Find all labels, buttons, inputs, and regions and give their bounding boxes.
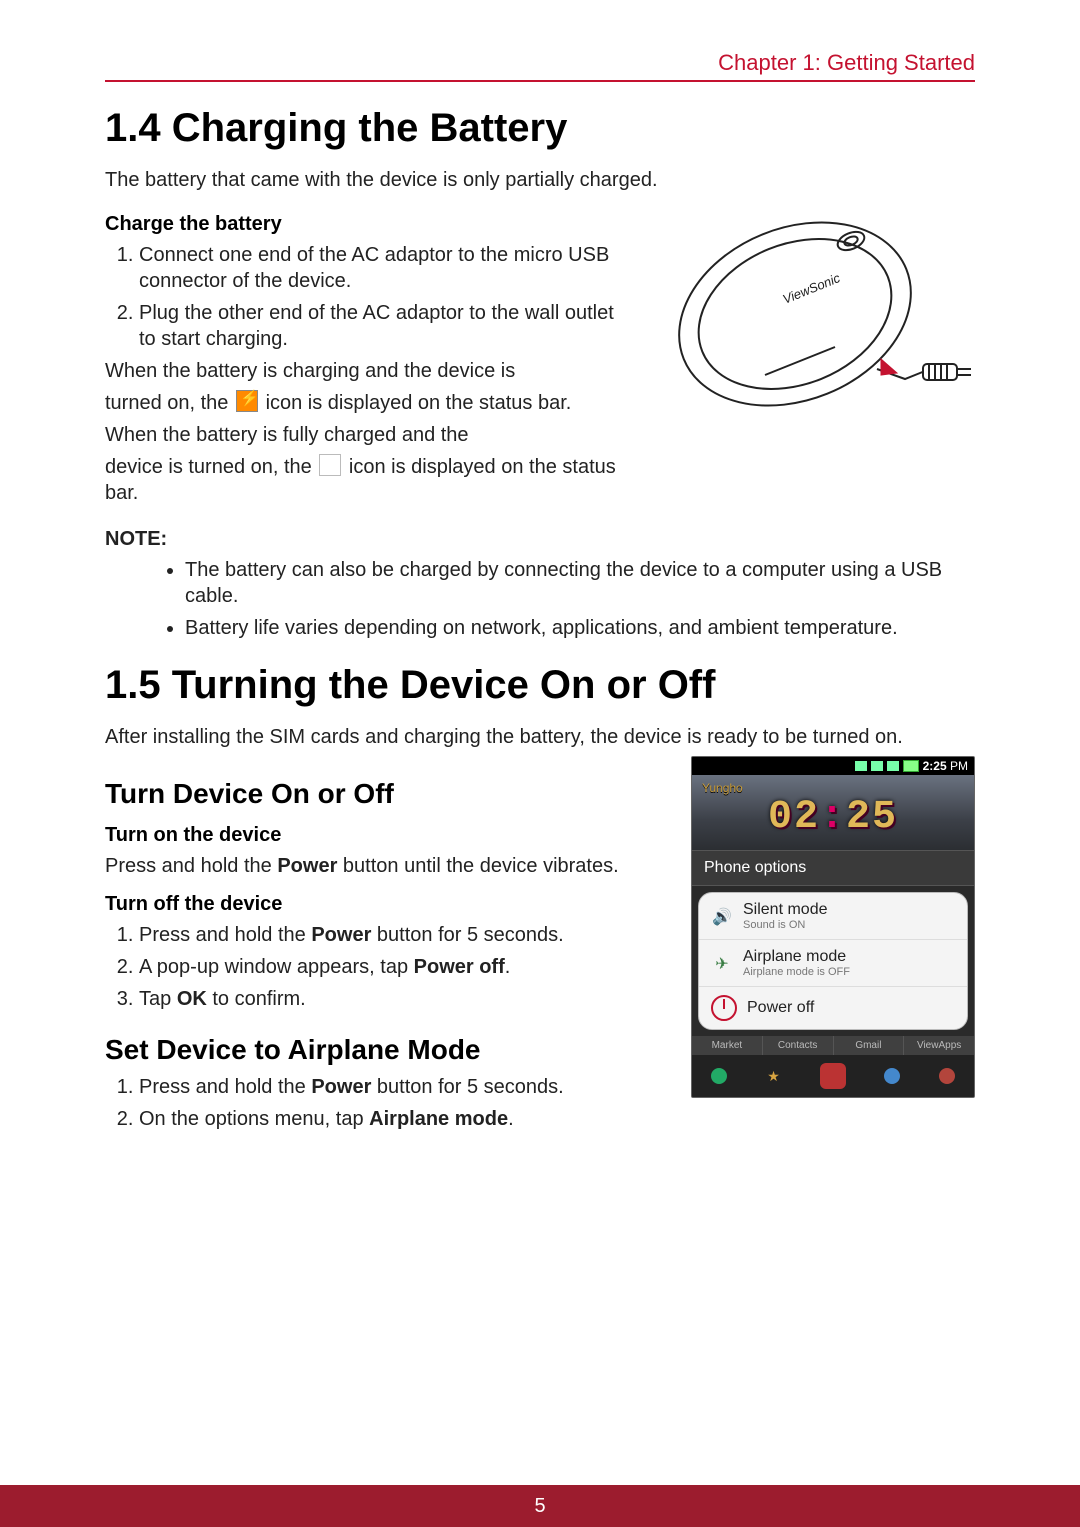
tab-contacts[interactable]: Contacts xyxy=(763,1036,834,1055)
browser-icon[interactable] xyxy=(711,1068,727,1084)
airplane-mode-option[interactable]: Airplane mode Airplane mode is OFF xyxy=(699,940,967,987)
section-1-5-intro: After installing the SIM cards and charg… xyxy=(105,724,975,750)
airplane-icon xyxy=(711,952,733,974)
clock-text: 2:25 PM xyxy=(923,759,968,773)
full-paragraph-1: When the battery is fully charged and th… xyxy=(105,422,627,448)
tab-gmail[interactable]: Gmail xyxy=(834,1036,905,1055)
charging-paragraph-1: When the battery is charging and the dev… xyxy=(105,358,627,384)
silent-mode-option[interactable]: Silent mode Sound is ON xyxy=(699,893,967,940)
note-bullet-2: Battery life varies depending on network… xyxy=(185,615,975,641)
sound-icon xyxy=(711,905,733,927)
airplane-step-1: Press and hold the Power button for 5 se… xyxy=(139,1074,673,1100)
turn-on-text: Press and hold the Power button until th… xyxy=(105,853,673,879)
dialer-icon[interactable] xyxy=(820,1063,846,1089)
mail-icon[interactable] xyxy=(884,1068,900,1084)
battery-icon xyxy=(903,760,919,772)
turn-off-step-2: A pop-up window appears, tap Power off. xyxy=(139,954,673,980)
signal-icon xyxy=(887,761,899,771)
full-paragraph-2: device is turned on, the icon is display… xyxy=(105,454,627,506)
power-off-option[interactable]: Power off xyxy=(699,987,967,1029)
phone-options-header: Phone options xyxy=(692,850,974,886)
charging-paragraph-2: turned on, the icon is displayed on the … xyxy=(105,390,627,416)
charge-step-2: Plug the other end of the AC adaptor to … xyxy=(139,300,627,352)
location-label: Yungho xyxy=(702,781,964,795)
battery-charging-icon xyxy=(236,390,258,412)
charge-step-1: Connect one end of the AC adaptor to the… xyxy=(139,242,627,294)
heading-1-5: 1.5 Turning the Device On or Off xyxy=(105,663,975,708)
phone-tabs: Market Contacts Gmail ViewApps xyxy=(692,1036,974,1055)
apps-icon[interactable] xyxy=(939,1068,955,1084)
device-charging-illustration: ViewSonic xyxy=(645,199,975,429)
turn-off-step-1: Press and hold the Power button for 5 se… xyxy=(139,922,673,948)
connector-arrow-icon xyxy=(881,359,897,375)
phone-status-bar: 2:25 PM xyxy=(692,757,974,775)
page-footer: 5 xyxy=(0,1485,1080,1527)
airplane-mode-subheading: Set Device to Airplane Mode xyxy=(105,1034,673,1066)
turn-off-step-3: Tap OK to confirm. xyxy=(139,986,673,1012)
section-1-4-intro: The battery that came with the device is… xyxy=(105,167,975,193)
airplane-step-2: On the options menu, tap Airplane mode. xyxy=(139,1106,673,1132)
page-number: 5 xyxy=(534,1495,545,1517)
chapter-header: Chapter 1: Getting Started xyxy=(105,50,975,82)
turn-on-subheading: Turn on the device xyxy=(105,824,673,847)
note-label: NOTE: xyxy=(105,528,975,551)
note-bullet-1: The battery can also be charged by conne… xyxy=(185,557,975,609)
battery-full-icon xyxy=(319,454,341,476)
turn-onoff-subheading: Turn Device On or Off xyxy=(105,778,673,810)
phone-screenshot: 2:25 PM Yungho 02:25 Phone options Silen… xyxy=(691,756,975,1098)
turn-off-subheading: Turn off the device xyxy=(105,893,673,916)
tab-market[interactable]: Market xyxy=(692,1036,763,1055)
signal-icon xyxy=(871,761,883,771)
device-brand-text: ViewSonic xyxy=(781,270,843,307)
large-clock: 02:25 xyxy=(702,795,964,840)
tab-viewapps[interactable]: ViewApps xyxy=(904,1036,974,1055)
heading-1-4: 1.4 Charging the Battery xyxy=(105,106,975,151)
signal-icon xyxy=(855,761,867,771)
power-icon xyxy=(711,995,737,1021)
star-icon[interactable]: ★ xyxy=(766,1068,782,1085)
charge-battery-subheading: Charge the battery xyxy=(105,213,627,236)
phone-dock: ★ xyxy=(692,1055,974,1097)
